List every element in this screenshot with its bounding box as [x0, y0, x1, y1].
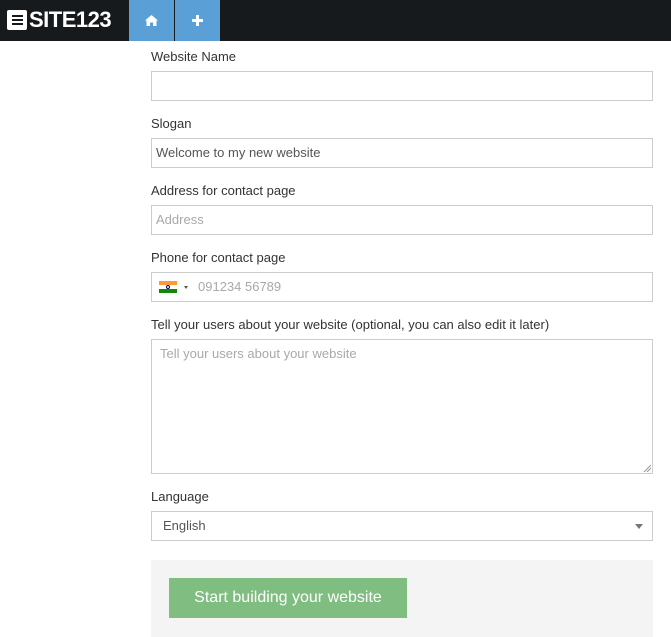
phone-placeholder: 091234 56789	[198, 279, 282, 294]
chevron-down-icon	[635, 524, 643, 529]
slogan-input[interactable]: Welcome to my new website	[151, 138, 653, 168]
add-button[interactable]	[175, 0, 220, 41]
website-name-label: Website Name	[151, 49, 237, 64]
language-label: Language	[151, 489, 209, 504]
language-selected-value: English	[163, 518, 206, 533]
india-flag-icon[interactable]	[159, 281, 177, 293]
home-button[interactable]	[129, 0, 174, 41]
address-label: Address for contact page	[151, 183, 296, 198]
phone-input[interactable]: 091234 56789	[151, 272, 653, 302]
language-select[interactable]: English	[151, 511, 653, 541]
website-name-input[interactable]	[151, 71, 653, 101]
resize-handle-icon[interactable]	[643, 464, 651, 472]
phone-label: Phone for contact page	[151, 250, 286, 265]
top-navigation-bar: SITE123	[0, 0, 671, 41]
address-input[interactable]: Address	[151, 205, 653, 235]
home-icon	[145, 15, 158, 26]
logo-text: SITE123	[29, 7, 112, 32]
slogan-label: Slogan	[151, 116, 192, 131]
description-placeholder: Tell your users about your website	[160, 346, 357, 361]
site123-logo[interactable]: SITE123	[7, 7, 112, 32]
plus-icon	[192, 15, 203, 26]
caret-down-icon[interactable]	[184, 286, 188, 289]
form-footer: Start building your website	[151, 560, 653, 637]
menu-lines-icon	[7, 10, 27, 30]
description-textarea[interactable]: Tell your users about your website	[151, 339, 653, 474]
start-building-button[interactable]: Start building your website	[169, 578, 407, 618]
description-label: Tell your users about your website (opti…	[151, 317, 550, 332]
